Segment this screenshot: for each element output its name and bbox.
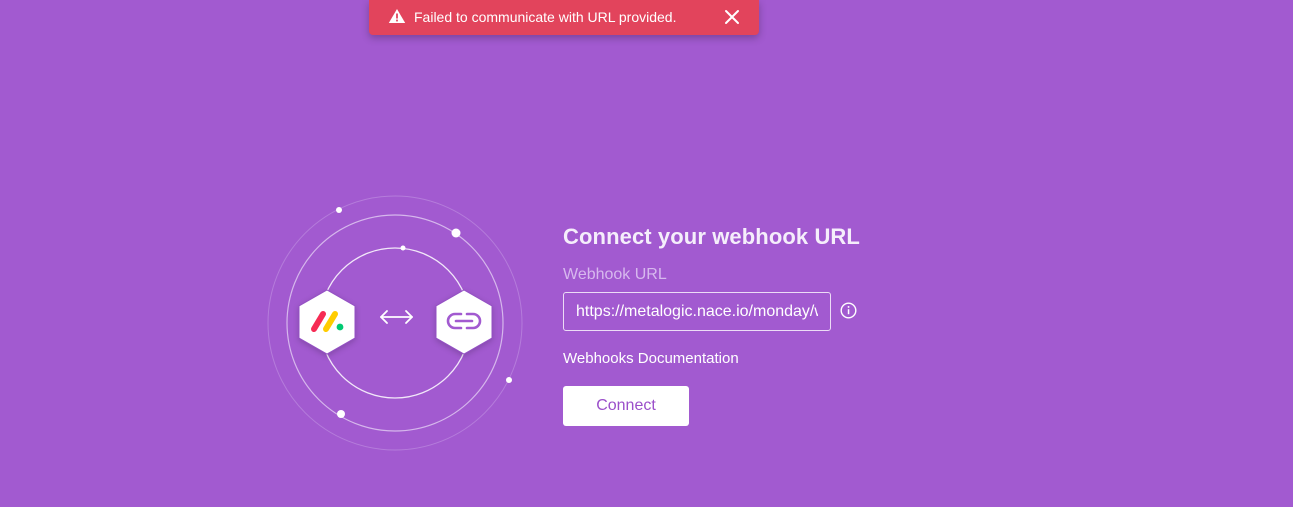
page: Failed to communicate with URL provided. <box>0 0 1293 507</box>
orbit-dot <box>400 245 406 251</box>
info-icon[interactable] <box>840 302 857 319</box>
webhooks-documentation-link[interactable]: Webhooks Documentation <box>563 350 739 367</box>
warning-triangle-icon <box>388 9 406 23</box>
connect-button[interactable]: Connect <box>563 386 689 426</box>
orbit-dot <box>506 377 512 383</box>
page-title: Connect your webhook URL <box>563 224 860 249</box>
webhook-url-input[interactable] <box>563 292 831 331</box>
orbit-dot <box>451 228 461 238</box>
webhook-url-label: Webhook URL <box>563 266 667 283</box>
bidirectional-arrow-icon <box>380 310 413 324</box>
orbit-dot <box>337 410 345 418</box>
integration-illustration <box>260 188 530 458</box>
monday-logo <box>298 289 356 355</box>
error-toast: Failed to communicate with URL provided. <box>369 0 759 35</box>
orbit-dot <box>336 207 342 213</box>
webhook-link-logo <box>435 289 493 355</box>
close-icon[interactable] <box>724 9 740 25</box>
toast-message: Failed to communicate with URL provided. <box>414 9 677 25</box>
